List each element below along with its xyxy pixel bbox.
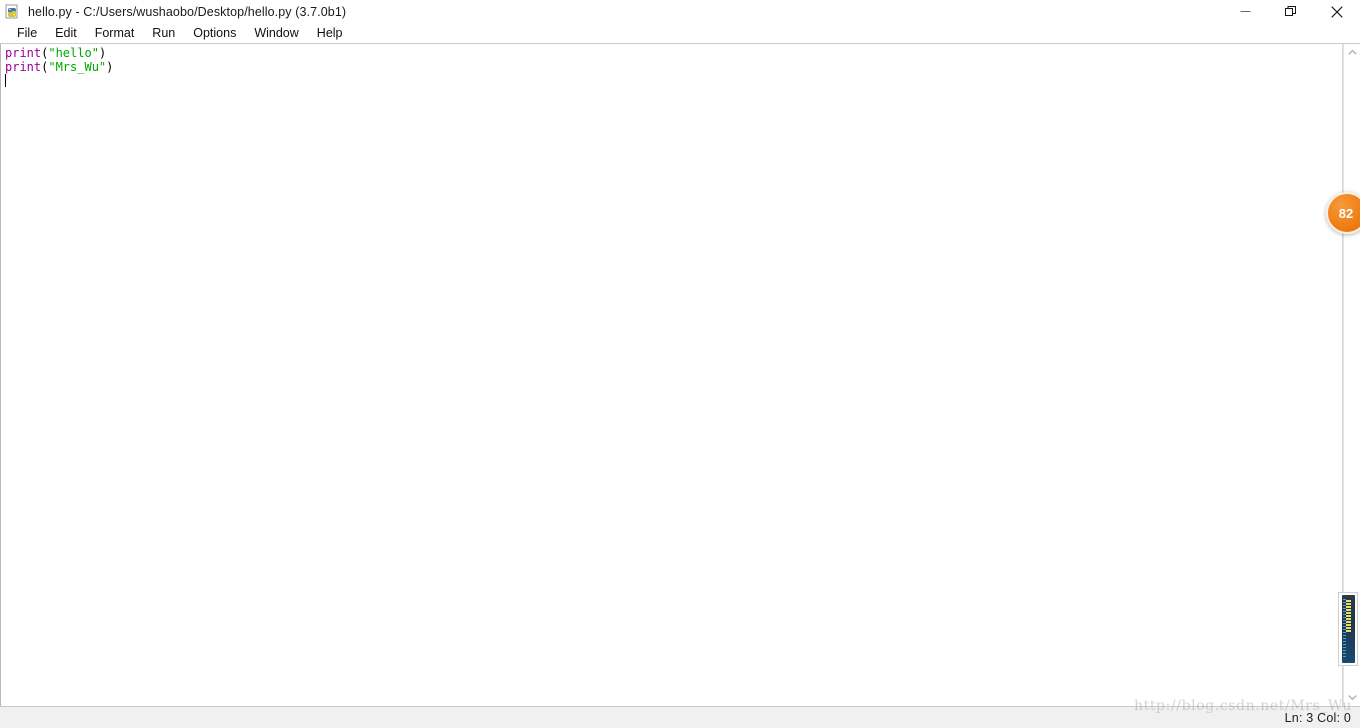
chevron-down-icon <box>1347 695 1357 701</box>
badge-count-label: 82 <box>1338 205 1354 221</box>
cursor-position-status: Ln: 3 Col: 0 <box>1284 710 1351 725</box>
code-token-punct: ) <box>106 59 114 74</box>
menu-item-help[interactable]: Help <box>308 24 352 43</box>
title-bar: hello.py - C:/Users/wushaobo/Desktop/hel… <box>0 0 1360 23</box>
close-icon <box>1331 5 1343 18</box>
level-meter-widget[interactable] <box>1338 592 1358 666</box>
window-controls <box>1222 0 1360 23</box>
menu-item-file[interactable]: File <box>8 24 46 43</box>
minimize-icon <box>1240 11 1250 12</box>
level-meter-body <box>1341 595 1355 663</box>
menu-item-format[interactable]: Format <box>86 24 144 43</box>
code-token-string: "hello" <box>48 46 99 60</box>
menu-item-window[interactable]: Window <box>245 24 307 43</box>
menu-item-options[interactable]: Options <box>184 24 245 43</box>
menu-bar: File Edit Format Run Options Window Help <box>0 23 1360 44</box>
code-token-keyword: print <box>5 59 42 74</box>
text-caret <box>5 74 6 87</box>
window-title: hello.py - C:/Users/wushaobo/Desktop/hel… <box>28 4 347 19</box>
floating-count-badge[interactable]: 82 <box>1326 192 1360 234</box>
editor-body: print("hello") print("Mrs_Wu") <box>0 44 1360 706</box>
level-meter-ticks <box>1342 599 1346 659</box>
code-token-string: "Mrs_Wu" <box>48 59 107 74</box>
code-token-punct: ) <box>98 46 107 60</box>
scroll-down-button[interactable] <box>1344 689 1360 706</box>
status-bar: Ln: 3 Col: 0 <box>0 706 1360 728</box>
minimize-button[interactable] <box>1222 0 1268 23</box>
chevron-up-icon <box>1347 49 1357 55</box>
menu-item-edit[interactable]: Edit <box>46 24 86 43</box>
menu-item-run[interactable]: Run <box>143 24 184 43</box>
scroll-up-button[interactable] <box>1344 44 1360 61</box>
restore-button[interactable] <box>1268 0 1314 23</box>
close-button[interactable] <box>1314 0 1360 23</box>
code-editor[interactable]: print("hello") print("Mrs_Wu") <box>0 44 1343 706</box>
code-token-keyword: print <box>5 46 42 60</box>
idle-editor-window: hello.py - C:/Users/wushaobo/Desktop/hel… <box>0 0 1360 728</box>
python-idle-icon <box>5 4 21 20</box>
restore-icon <box>1285 5 1296 16</box>
level-meter-bar <box>1345 600 1351 632</box>
code-text: print("hello") print("Mrs_Wu") <box>5 46 114 74</box>
